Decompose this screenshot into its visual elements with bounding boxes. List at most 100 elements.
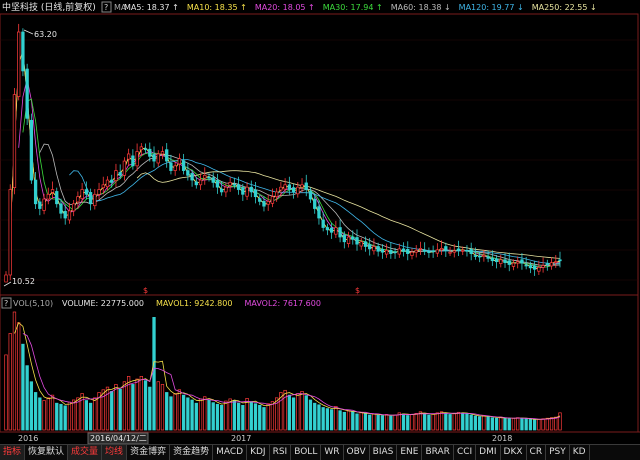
candle-body (317, 206, 321, 219)
candle-body (165, 149, 169, 162)
tab-20[interactable]: KD (570, 445, 590, 460)
candle-body (126, 153, 131, 160)
vol-title: VOL(5,10) (13, 299, 53, 308)
volume-bar (50, 394, 55, 431)
volume-bar (110, 391, 114, 431)
tab-5[interactable]: 资金趋势 (170, 445, 214, 460)
volume-bar (88, 402, 93, 431)
candle-body (477, 255, 482, 258)
volume-bar (122, 381, 127, 431)
volume-bar (8, 333, 12, 431)
tab-6[interactable]: MACD (213, 445, 248, 460)
volume-bar (524, 418, 528, 431)
candle-body (321, 219, 325, 228)
volume-bar (194, 402, 198, 431)
volume-bar (220, 404, 224, 431)
candle-body (423, 249, 427, 252)
vol-help-icon[interactable]: ? (4, 299, 8, 308)
volume-bar (410, 414, 414, 431)
candle-body (313, 198, 317, 209)
volume-bar (152, 317, 156, 431)
tab-2[interactable]: 成交量 (68, 445, 103, 460)
candle-body (393, 251, 397, 254)
tab-1[interactable]: 恢复默认 (25, 445, 69, 460)
tab-15[interactable]: CCI (454, 445, 477, 460)
candle-body (76, 196, 80, 203)
candle-body (266, 201, 270, 205)
volume-bar (42, 400, 46, 431)
candle-body (359, 241, 363, 247)
tab-7[interactable]: KDJ (247, 445, 270, 460)
volume-bar (258, 404, 262, 431)
candle-body (143, 148, 148, 151)
volume-bar (33, 392, 38, 431)
candle-body (545, 263, 549, 265)
volume-bar (418, 411, 423, 431)
low-price-label: 10.52 (12, 277, 35, 286)
tab-11[interactable]: OBV (344, 445, 370, 460)
volume-bar (118, 388, 122, 431)
volume-bar (427, 414, 431, 431)
candle-body (258, 198, 262, 202)
volume-bar (503, 417, 507, 431)
volume-bar (325, 408, 330, 431)
tab-10[interactable]: WR (321, 445, 344, 460)
help-icon[interactable]: ? (104, 3, 108, 12)
volume-bar (156, 381, 160, 431)
volume-bar (241, 404, 245, 431)
candle-body (139, 146, 143, 151)
candle-body (431, 250, 435, 253)
volume-bar (401, 413, 406, 431)
candle-body (131, 155, 135, 167)
indicator-tab-bar: 指标 恢复默认 成交量 均线 资金博弈 资金趋势 MACD KDJ RSI BOLL WR OBV BI… (0, 444, 640, 460)
candle-body (368, 244, 372, 250)
volume-bar (549, 417, 554, 431)
event-marker-2[interactable]: $ (355, 286, 360, 295)
candle-body (427, 250, 431, 254)
volume-bar (173, 393, 177, 431)
tab-13[interactable]: ENE (397, 445, 423, 460)
ma-legend-item-2: MA20: 18.05 ↑ (255, 3, 315, 12)
volume-bar (465, 413, 469, 431)
tab-18[interactable]: CR (527, 445, 547, 460)
volume-bar (215, 403, 220, 431)
candle-body (376, 246, 380, 252)
volume-bar (368, 414, 372, 431)
candle-body (452, 250, 456, 253)
candle-body (537, 267, 541, 272)
tab-0[interactable]: 指标 (0, 445, 26, 460)
volume-bar (520, 417, 524, 431)
candle-body (135, 151, 139, 167)
volume-bar (266, 403, 270, 431)
volume-bar (283, 389, 287, 431)
volume-bar (169, 396, 173, 431)
candle-body (236, 184, 241, 190)
candle-body (507, 260, 511, 265)
tab-12[interactable]: BIAS (370, 445, 398, 460)
volume-bar (21, 343, 25, 431)
candle-body (418, 248, 423, 250)
candle-body (473, 255, 478, 257)
time-axis: 2016 2016/04/12/二 2017 2018 (0, 431, 640, 444)
volume-bar (46, 397, 50, 431)
tab-14[interactable]: BRAR (422, 445, 454, 460)
tab-3[interactable]: 均线 (102, 445, 128, 460)
volume-bar (355, 413, 359, 431)
candle-body (190, 173, 194, 181)
volume-bar (4, 354, 8, 431)
tab-8[interactable]: RSI (270, 445, 292, 460)
tab-4[interactable]: 资金博弈 (127, 445, 171, 460)
event-marker-1[interactable]: $ (143, 286, 148, 295)
tab-9[interactable]: BOLL (291, 445, 322, 460)
candle-body (558, 259, 562, 262)
tab-16[interactable]: DMI (476, 445, 501, 460)
volume-bar (207, 399, 211, 431)
tab-17[interactable]: DKX (501, 445, 527, 460)
volume-bar (59, 403, 63, 431)
tab-19[interactable]: PSY (546, 445, 570, 460)
kline-chart[interactable]: 中坚科技 (日线,前复权) ? MA MA5: 18.37 ↑ MA10: 18.… (0, 0, 640, 444)
volume-bar (414, 413, 418, 431)
candle-body (249, 186, 253, 193)
volume-bar (516, 417, 520, 431)
candle-body (93, 193, 97, 207)
